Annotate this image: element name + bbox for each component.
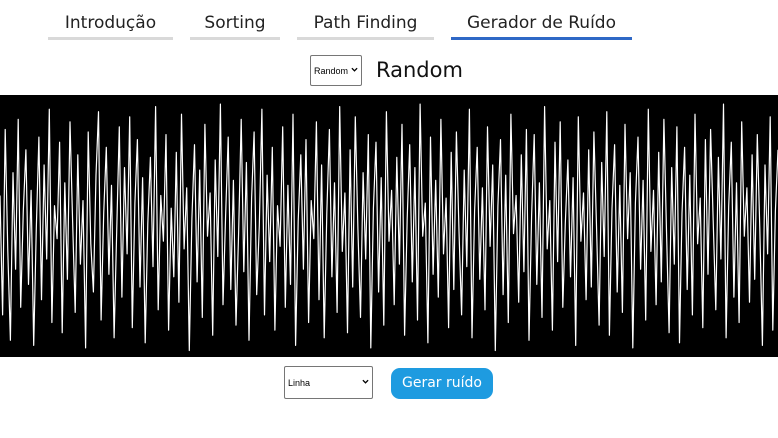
noise-line (0, 103, 778, 352)
tab-label: Path Finding (313, 13, 418, 33)
tab-label: Gerador de Ruído (466, 13, 616, 33)
render-mode-select[interactable]: Linha (284, 366, 373, 399)
algorithm-select[interactable]: Random (310, 55, 362, 86)
tab-introducao[interactable]: Introdução (48, 10, 173, 40)
tab-path-finding[interactable]: Path Finding (297, 10, 434, 40)
tab-underline (190, 37, 280, 40)
tab-label: Introdução (64, 13, 157, 33)
noise-title: Random (376, 58, 463, 82)
tab-label: Sorting (204, 13, 266, 33)
top-navigation: Introdução Sorting Path Finding Gerador … (0, 0, 778, 40)
tab-sorting[interactable]: Sorting (190, 10, 280, 40)
tab-underline (48, 37, 173, 40)
noise-plot (0, 103, 778, 352)
tab-underline (297, 37, 434, 40)
algorithm-select-value: Random (314, 65, 349, 76)
tab-underline-active (451, 37, 632, 40)
noise-canvas (0, 95, 778, 357)
tab-gerador-de-ruido[interactable]: Gerador de Ruído (451, 10, 632, 40)
render-mode-select-value: Linha (288, 377, 311, 388)
generate-noise-button[interactable]: Gerar ruído (391, 368, 493, 399)
chevron-down-icon (351, 67, 358, 72)
chevron-down-icon (362, 379, 369, 384)
